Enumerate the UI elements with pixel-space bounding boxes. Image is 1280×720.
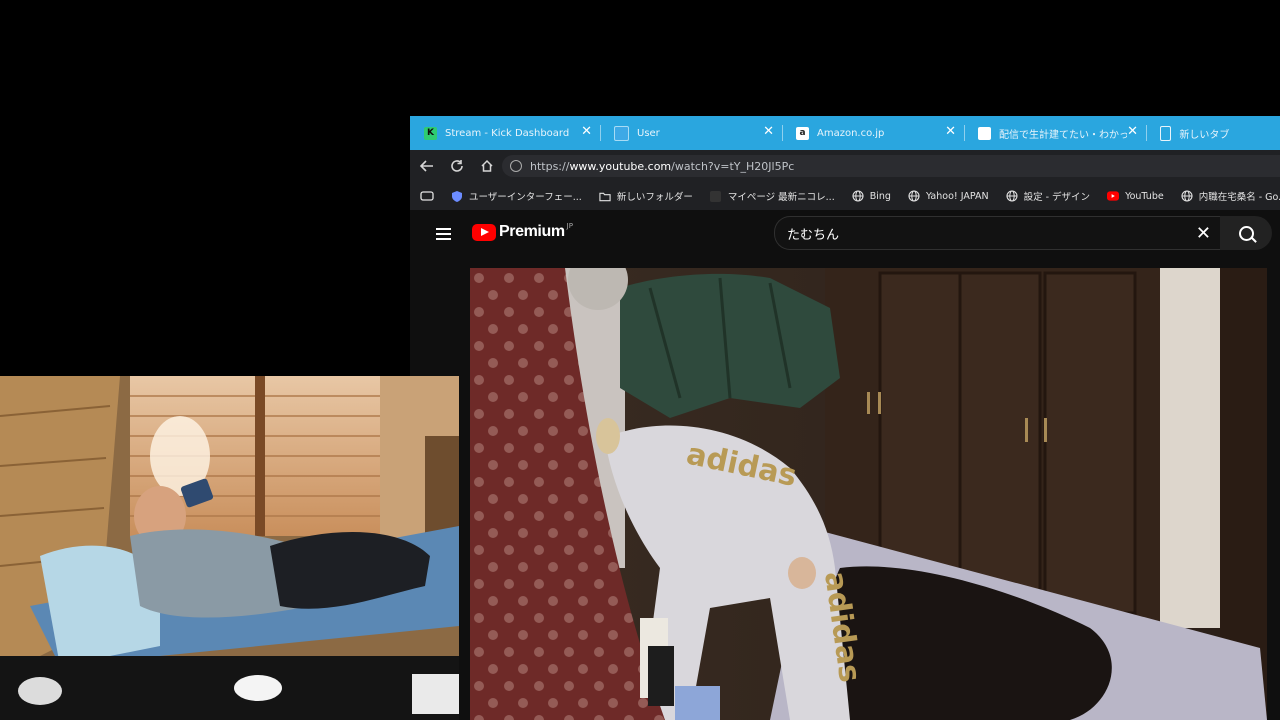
bookmark-new-folder[interactable]: 新しいフォルダー	[599, 189, 693, 203]
tab-new[interactable]: 新しいタブ	[1146, 116, 1280, 150]
bookmark-settings-design[interactable]: 設定 - デザイン	[1006, 189, 1090, 203]
tab-title: Amazon.co.jp	[817, 127, 885, 139]
address-bar: https://www.youtube.com/watch?v=tY_H20Jl…	[410, 150, 1280, 182]
clear-search-icon[interactable]: ✕	[1196, 223, 1211, 244]
kick-icon: K	[424, 126, 437, 140]
page-icon	[710, 190, 722, 202]
tab-title: 配信で生計建てたい・わかってんけど…	[999, 129, 1127, 141]
globe-icon	[852, 190, 864, 202]
site-info-icon[interactable]	[510, 160, 522, 172]
home-icon[interactable]	[472, 151, 502, 181]
url-field[interactable]: https://www.youtube.com/watch?v=tY_H20Jl…	[502, 155, 1280, 177]
close-icon[interactable]: ✕	[763, 125, 774, 139]
back-icon[interactable]	[412, 151, 442, 181]
page-icon	[978, 126, 991, 140]
tab-user[interactable]: User ✕	[600, 116, 783, 150]
tab-bar: K Stream - Kick Dashboard ✕ User ✕ a Ama…	[410, 116, 1280, 150]
youtube-page: Premium JP たむちん ✕ adidas adidas	[414, 212, 1280, 720]
folder-icon	[599, 190, 611, 202]
search-query: たむちん	[787, 227, 840, 243]
globe-icon	[1181, 190, 1193, 202]
bookmark-bing[interactable]: Bing	[852, 190, 891, 202]
search-button[interactable]	[1220, 216, 1272, 250]
amazon-icon: a	[796, 126, 809, 140]
url-scheme: https://	[530, 159, 570, 173]
new-tab-icon	[1160, 125, 1172, 141]
bookmark-mypage[interactable]: マイページ 最新ニコレ...	[710, 189, 835, 203]
video-player[interactable]: adidas adidas	[470, 268, 1267, 720]
url-path: /watch?v=tY_H20Jl5Pc	[671, 159, 795, 173]
bookmarks-menu-icon[interactable]	[420, 191, 434, 201]
youtube-icon	[1107, 190, 1120, 202]
user-icon	[614, 125, 629, 141]
bookmark-youtube[interactable]: YouTube	[1107, 190, 1164, 202]
webcam-frame	[0, 376, 459, 720]
close-icon[interactable]: ✕	[1127, 125, 1138, 139]
webcam-overlay	[0, 376, 459, 720]
globe-icon	[1006, 190, 1018, 202]
browser-window: K Stream - Kick Dashboard ✕ User ✕ a Ama…	[410, 116, 1280, 720]
bookmark-naishoku[interactable]: 内職在宅桑名 - Go...	[1181, 189, 1280, 203]
tab-kick-dashboard[interactable]: K Stream - Kick Dashboard ✕	[410, 116, 601, 150]
globe-icon	[908, 190, 920, 202]
close-icon[interactable]: ✕	[581, 125, 592, 139]
hamburger-menu-icon[interactable]	[436, 228, 451, 240]
url-host: www.youtube.com	[569, 159, 672, 173]
bookmarks-bar: ユーザーインターフェー... 新しいフォルダー マイページ 最新ニコレ... B…	[410, 182, 1280, 210]
close-icon[interactable]: ✕	[945, 125, 956, 139]
tab-title: 新しいタブ	[1179, 129, 1230, 141]
bookmark-user-interface[interactable]: ユーザーインターフェー...	[451, 189, 582, 203]
tab-title: Stream - Kick Dashboard	[445, 127, 570, 139]
youtube-header: Premium JP たむちん ✕	[414, 212, 1280, 258]
bookmark-yahoo[interactable]: Yahoo! JAPAN	[908, 190, 989, 202]
video-frame: adidas adidas	[470, 268, 1267, 720]
youtube-play-icon	[472, 223, 496, 241]
shield-icon	[451, 190, 463, 202]
tab-title: User	[637, 127, 660, 139]
reload-icon[interactable]	[442, 151, 472, 181]
tab-video[interactable]: 配信で生計建てたい・わかってんけど… ✕	[964, 116, 1147, 150]
tab-amazon[interactable]: a Amazon.co.jp ✕	[782, 116, 965, 150]
search-icon	[1238, 225, 1254, 241]
youtube-premium-logo[interactable]: Premium JP	[472, 222, 573, 241]
search-input[interactable]: たむちん ✕	[774, 216, 1221, 250]
